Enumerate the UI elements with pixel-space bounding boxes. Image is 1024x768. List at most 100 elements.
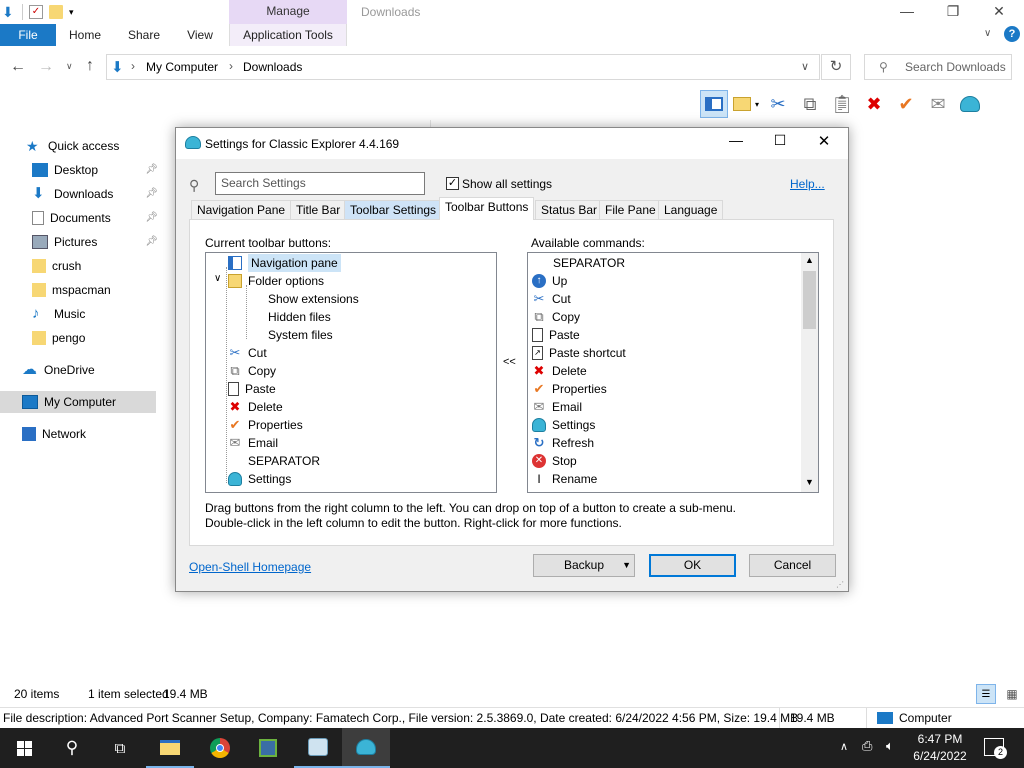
volume-icon[interactable]: 🔈︎ bbox=[886, 738, 894, 754]
breadcrumb-my-computer[interactable]: My Computer bbox=[146, 60, 218, 74]
tree-item[interactable]: Folder options bbox=[228, 272, 324, 290]
new-folder-icon[interactable] bbox=[49, 5, 63, 19]
homepage-link[interactable]: Open-Shell Homepage bbox=[189, 560, 311, 574]
list-item[interactable]: ✉ Email bbox=[532, 398, 582, 416]
tab-toolbar-settings[interactable]: Toolbar Settings bbox=[344, 200, 443, 220]
delete-icon[interactable]: ✖ bbox=[860, 90, 888, 118]
address-bar[interactable]: ⬇ › My Computer › Downloads ∨ bbox=[106, 54, 820, 80]
scroll-down-icon[interactable]: ▼ bbox=[805, 477, 814, 487]
navigation-pane-icon[interactable] bbox=[700, 90, 728, 118]
tab-toolbar-buttons[interactable]: Toolbar Buttons bbox=[439, 197, 535, 220]
nav-pengo[interactable]: pengo bbox=[28, 327, 162, 349]
close-icon[interactable]: ✕ bbox=[804, 132, 844, 150]
file-explorer-icon[interactable] bbox=[146, 728, 194, 768]
help-link[interactable]: Help... bbox=[790, 177, 825, 191]
ribbon-expand-icon[interactable]: ∨ bbox=[984, 28, 991, 39]
move-left-button[interactable]: << bbox=[503, 356, 516, 368]
tab-application-tools[interactable]: Application Tools bbox=[229, 24, 347, 46]
tab-status-bar[interactable]: Status Bar bbox=[535, 200, 604, 220]
maximize-icon[interactable]: ☐ bbox=[760, 132, 800, 149]
large-icons-view-icon[interactable]: ▦ bbox=[1002, 684, 1022, 704]
tab-language[interactable]: Language bbox=[658, 200, 724, 220]
chrome-icon[interactable] bbox=[196, 728, 244, 768]
cut-icon[interactable]: ✂ bbox=[764, 90, 792, 118]
show-all-checkbox[interactable]: ✓ bbox=[446, 177, 459, 190]
email-icon[interactable]: ✉ bbox=[924, 90, 952, 118]
tree-item[interactable]: System files bbox=[268, 326, 333, 344]
details-view-icon[interactable]: ☰ bbox=[976, 684, 996, 704]
resize-grip-icon[interactable]: ⋰ bbox=[836, 580, 844, 589]
nav-desktop[interactable]: Desktop 📌︎ bbox=[28, 159, 162, 181]
clock[interactable]: 6:47 PM 6/24/2022 bbox=[905, 731, 975, 765]
tree-item[interactable]: Hidden files bbox=[268, 308, 331, 326]
scrollbar-thumb[interactable] bbox=[803, 271, 816, 329]
list-item[interactable]: ↻ Refresh bbox=[532, 434, 594, 452]
restore-icon[interactable]: ❐ bbox=[930, 0, 976, 24]
list-item[interactable]: ✖ Delete bbox=[532, 362, 587, 380]
network-app-icon[interactable] bbox=[244, 728, 292, 768]
address-dropdown-icon[interactable]: ∨ bbox=[801, 60, 809, 73]
search-input[interactable]: ⚲ Search Downloads bbox=[864, 54, 1012, 80]
list-item[interactable]: ↑ Up bbox=[532, 272, 567, 290]
close-icon[interactable]: ✕ bbox=[976, 0, 1022, 24]
help-icon[interactable]: ? bbox=[1004, 26, 1020, 42]
tree-item[interactable]: ✖ Delete bbox=[228, 398, 283, 416]
tab-share[interactable]: Share bbox=[120, 24, 168, 46]
minimize-icon[interactable]: — bbox=[716, 132, 756, 148]
tab-file[interactable]: File bbox=[0, 24, 56, 46]
start-button[interactable] bbox=[0, 728, 48, 768]
list-item[interactable]: I Rename bbox=[532, 470, 597, 488]
scroll-up-icon[interactable]: ▲ bbox=[805, 255, 814, 265]
collapse-icon[interactable]: ∨ bbox=[214, 273, 221, 284]
available-commands-list[interactable]: SEPARATOR ↑ Up ✂ Cut ⧉ Copy Paste ↗ Past… bbox=[527, 252, 819, 493]
list-item[interactable]: ↗ Paste shortcut bbox=[532, 344, 626, 362]
notification-icon[interactable]: 2 bbox=[984, 738, 1007, 759]
network-status-icon[interactable]: ⎙ bbox=[862, 738, 872, 754]
settings-shell-icon[interactable] bbox=[956, 90, 984, 118]
nav-quick-access[interactable]: ★ Quick access bbox=[22, 135, 156, 157]
backup-button[interactable]: Backup ▼ bbox=[533, 554, 635, 577]
nav-downloads[interactable]: ⬇ Downloads 📌︎ bbox=[28, 183, 162, 205]
cancel-button[interactable]: Cancel bbox=[749, 554, 836, 577]
task-view-icon[interactable]: ⧉ bbox=[96, 728, 144, 768]
properties-icon[interactable]: ✓ bbox=[29, 5, 43, 19]
tree-item[interactable]: ✉ Email bbox=[228, 434, 278, 452]
download-icon[interactable]: ⬇ bbox=[2, 5, 16, 19]
list-item[interactable]: Settings bbox=[532, 416, 595, 434]
search-settings-input[interactable]: Search Settings bbox=[215, 172, 425, 195]
tree-item[interactable]: Show extensions bbox=[268, 290, 359, 308]
list-item[interactable]: SEPARATOR bbox=[553, 254, 625, 272]
nav-network[interactable]: Network bbox=[18, 423, 152, 445]
list-item[interactable]: Paste bbox=[532, 326, 580, 344]
tree-item[interactable]: Settings bbox=[228, 470, 291, 488]
tab-view[interactable]: View bbox=[178, 24, 222, 46]
tree-item[interactable]: SEPARATOR bbox=[248, 452, 320, 470]
nav-documents[interactable]: Documents 📌︎ bbox=[28, 207, 162, 229]
up-icon[interactable]: ↑ bbox=[86, 57, 94, 75]
nav-pictures[interactable]: Pictures 📌︎ bbox=[28, 231, 162, 253]
settings-shell-icon[interactable] bbox=[342, 728, 390, 768]
manage-tab[interactable]: Manage bbox=[229, 0, 347, 24]
tab-navigation-pane[interactable]: Navigation Pane bbox=[191, 200, 292, 220]
tree-item[interactable]: ⧉ Copy bbox=[228, 362, 276, 380]
tree-item[interactable]: Paste bbox=[228, 380, 276, 398]
folder-options-icon[interactable]: ▾ bbox=[732, 90, 760, 118]
port-scanner-icon[interactable] bbox=[294, 728, 342, 768]
qat-dropdown-icon[interactable]: ▾ bbox=[69, 7, 74, 18]
list-item[interactable]: ⧉ Copy bbox=[532, 308, 580, 326]
nav-my-computer[interactable]: My Computer bbox=[0, 391, 156, 413]
tray-chevron-icon[interactable]: ∧ bbox=[840, 740, 848, 753]
scrollbar[interactable]: ▲ ▼ bbox=[801, 253, 818, 492]
tree-item[interactable]: ✂ Cut bbox=[228, 344, 267, 362]
recent-dropdown-icon[interactable]: ∨ bbox=[66, 61, 73, 72]
nav-onedrive[interactable]: ☁ OneDrive bbox=[18, 359, 152, 381]
properties-icon[interactable]: ✔ bbox=[892, 90, 920, 118]
breadcrumb-downloads[interactable]: Downloads bbox=[243, 60, 302, 74]
forward-icon[interactable]: → bbox=[38, 58, 54, 76]
tab-file-pane[interactable]: File Pane bbox=[599, 200, 662, 220]
list-item[interactable]: ✂ Cut bbox=[532, 290, 571, 308]
tab-home[interactable]: Home bbox=[60, 24, 110, 46]
tree-item[interactable]: Navigation pane bbox=[228, 254, 341, 272]
nav-crush[interactable]: crush bbox=[28, 255, 162, 277]
tab-title-bar[interactable]: Title Bar bbox=[290, 200, 347, 220]
